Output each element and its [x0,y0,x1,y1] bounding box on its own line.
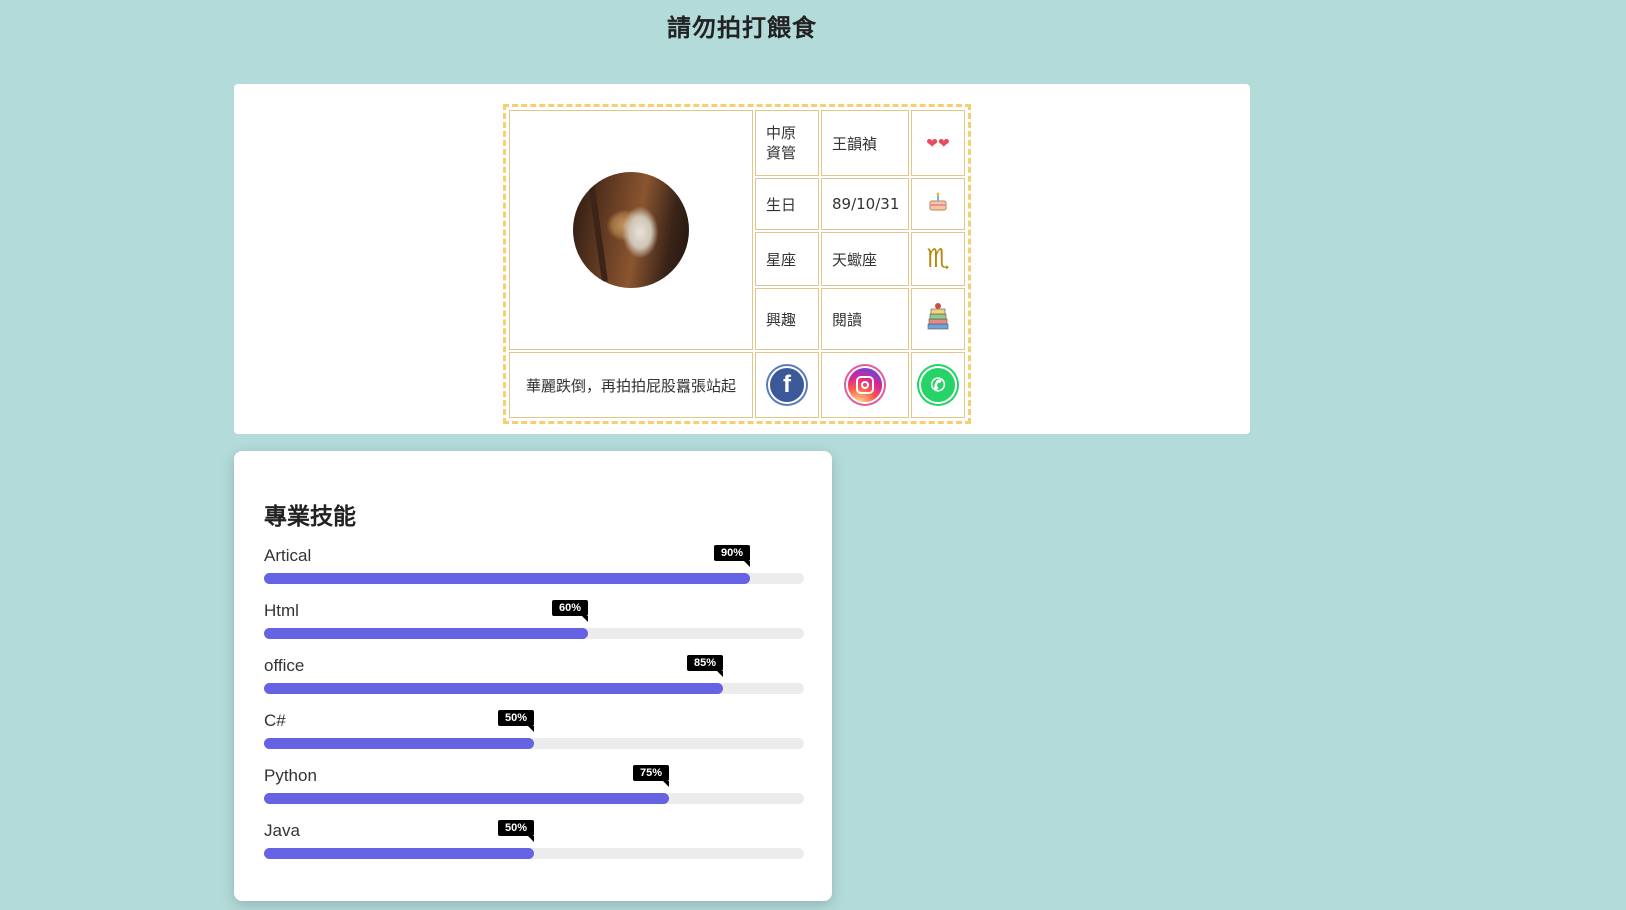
skill-item: C# 50% [264,710,804,761]
skill-progress-fill: 85% [264,655,724,694]
books-icon [927,303,949,330]
skill-label: Java [264,821,300,840]
motto-cell: 華麗跌倒，再拍拍屁股囂張站起 [509,352,753,418]
cake-icon [929,192,947,211]
hobby-value: 閱讀 [832,310,863,329]
skill-label: Python [264,766,317,785]
skill-progress-track: 50% [264,820,804,859]
profile-card: 中原 資管 王韻禎 ❤❤ 生日 89/10/31 星座 天蠍座 ♏ 興趣 閱讀 … [234,84,1250,434]
skill-percent-tooltip: 50% [497,820,535,842]
skill-item: Python 75% [264,765,804,816]
skills-title: 專業技能 [264,504,356,530]
school-cell: 中原 資管 [755,110,819,176]
skill-percent-tooltip: 90% [713,545,751,567]
zodiac-label-cell: 星座 [755,232,819,286]
skill-item: office 85% [264,655,804,706]
avatar [573,172,689,288]
zodiac-value: 天蠍座 [832,250,878,269]
hobby-label-cell: 興趣 [755,288,819,350]
skill-item: Artical 90% [264,545,804,596]
zodiac-value-cell: 天蠍座 [821,232,909,286]
skill-label: Artical [264,546,312,565]
skill-percent-tooltip: 85% [686,655,724,677]
skill-progress-track: 75% [264,765,804,804]
skills-card: 專業技能 Artical 90% Html 60% office 85% C# 50% Pyth… [234,451,832,901]
facebook-icon[interactable]: f [770,368,804,402]
hobby-icon-cell [911,288,965,350]
scorpio-icon: ♏ [926,244,950,274]
name-icon-cell: ❤❤ [911,110,965,176]
facebook-cell[interactable]: f [755,352,819,418]
motto-text: 華麗跌倒，再拍拍屁股囂張站起 [525,376,736,395]
birthday-value: 89/10/31 [832,195,900,213]
skill-progress-fill: 90% [264,545,751,584]
instagram-glyph [856,376,874,394]
skill-item: Java 50% [264,820,804,871]
skill-percent-tooltip: 60% [551,600,589,622]
skill-label: Html [264,601,299,620]
skill-label: office [264,656,305,675]
profile-table: 中原 資管 王韻禎 ❤❤ 生日 89/10/31 星座 天蠍座 ♏ 興趣 閱讀 … [503,104,971,424]
skill-progress-fill: 75% [264,765,670,804]
photo-cell [509,110,753,350]
page-title: 請勿拍打餵食 [667,14,817,42]
skill-progress-track: 60% [264,600,804,639]
skill-progress-fill: 50% [264,820,535,859]
zodiac-label: 星座 [766,250,797,269]
hobby-label: 興趣 [766,310,797,329]
skill-progress-track: 90% [264,545,804,584]
name-cell: 王韻禎 [821,110,909,176]
school-label: 中原 資管 [766,124,797,162]
skill-progress-track: 50% [264,710,804,749]
skill-percent-tooltip: 50% [497,710,535,732]
birthday-label: 生日 [766,195,797,214]
birthday-value-cell: 89/10/31 [821,178,909,230]
skill-percent-tooltip: 75% [632,765,670,787]
instagram-cell[interactable] [821,352,909,418]
whatsapp-icon[interactable]: ✆ [921,368,955,402]
skill-progress-track: 85% [264,655,804,694]
instagram-icon[interactable] [848,368,882,402]
skill-progress-fill: 60% [264,600,589,639]
skill-progress-fill: 50% [264,710,535,749]
birthday-icon-cell [911,178,965,230]
skill-label: C# [264,711,286,730]
skill-item: Html 60% [264,600,804,651]
name-value: 王韻禎 [832,134,878,153]
hearts-icon: ❤❤ [926,136,950,152]
birthday-label-cell: 生日 [755,178,819,230]
whatsapp-cell[interactable]: ✆ [911,352,965,418]
zodiac-icon-cell: ♏ [911,232,965,286]
hobby-value-cell: 閱讀 [821,288,909,350]
